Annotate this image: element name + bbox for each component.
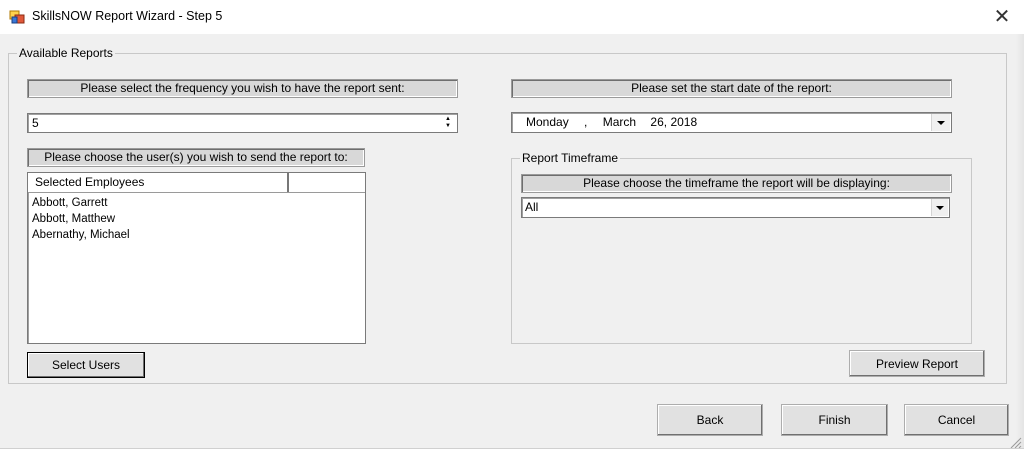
background-window-strip (0, 448, 1024, 457)
finish-button[interactable]: Finish (781, 404, 888, 436)
timeframe-value: All (525, 200, 539, 214)
frequency-spinner[interactable]: 5 ▲ ▼ (27, 113, 458, 133)
spin-down-icon[interactable]: ▼ (441, 123, 455, 130)
frequency-label: Please select the frequency you wish to … (27, 79, 458, 98)
back-button[interactable]: Back (657, 404, 763, 436)
report-timeframe-title: Report Timeframe (520, 151, 621, 165)
available-reports-title: Available Reports (17, 46, 115, 60)
frequency-value: 5 (32, 116, 39, 130)
column-header-blank[interactable] (289, 173, 365, 192)
list-item[interactable]: Abbott, Matthew (32, 211, 365, 227)
date-day-year[interactable]: 26, 2018 (650, 115, 697, 129)
employee-items: Abbott, Garrett Abbott, Matthew Abernath… (28, 193, 365, 243)
cancel-button[interactable]: Cancel (904, 404, 1009, 436)
list-header: Selected Employees (28, 173, 365, 193)
list-item[interactable]: Abbott, Garrett (32, 195, 365, 211)
spin-up-icon[interactable]: ▲ (441, 116, 455, 123)
spinner-buttons[interactable]: ▲ ▼ (441, 116, 455, 130)
employees-list[interactable]: Selected Employees Abbott, Garrett Abbot… (27, 172, 366, 344)
column-header-selected-employees[interactable]: Selected Employees (28, 173, 289, 192)
chevron-down-icon (937, 120, 945, 125)
preview-report-button[interactable]: Preview Report (849, 350, 985, 377)
timeframe-label: Please choose the timeframe the report w… (521, 174, 952, 193)
date-separator: , (584, 115, 588, 129)
start-date-picker[interactable]: Monday , March 26, 2018 (511, 112, 952, 133)
date-dropdown-button[interactable] (931, 114, 950, 131)
select-users-button[interactable]: Select Users (27, 352, 145, 378)
window-title: SkillsNOW Report Wizard - Step 5 (32, 9, 223, 23)
list-item[interactable]: Abernathy, Michael (32, 227, 365, 243)
users-label: Please choose the user(s) you wish to se… (27, 148, 365, 167)
chevron-down-icon (936, 205, 944, 210)
date-day[interactable]: Monday (526, 115, 569, 129)
timeframe-dropdown-button[interactable] (931, 199, 948, 216)
window-edge (1016, 34, 1024, 448)
timeframe-select[interactable]: All (521, 197, 950, 218)
start-date-label: Please set the start date of the report: (511, 79, 952, 98)
close-button[interactable]: ✕ (982, 2, 1022, 32)
app-window-icon (9, 10, 25, 24)
date-month[interactable]: March (603, 115, 636, 129)
